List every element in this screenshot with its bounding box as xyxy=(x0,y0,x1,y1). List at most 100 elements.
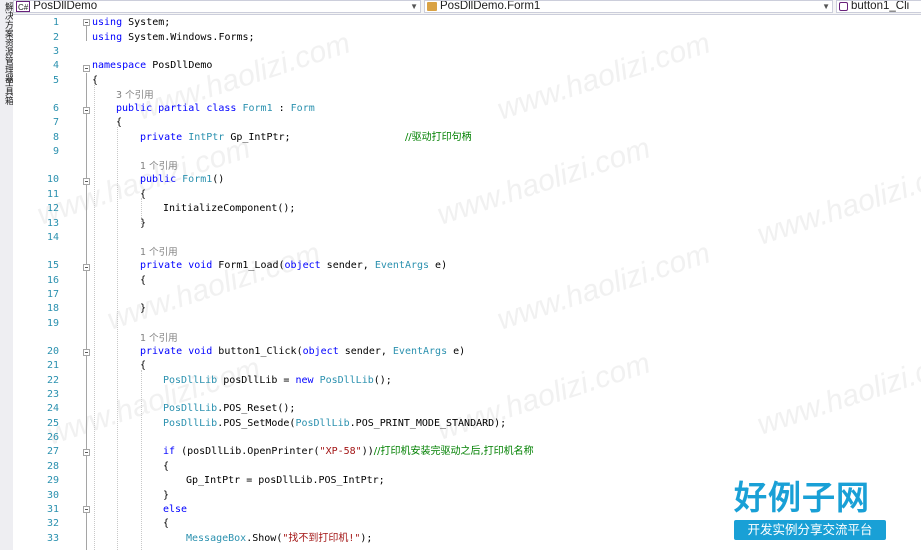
type-dropdown[interactable]: PosDllDemo.Form1 ▼ xyxy=(424,0,833,13)
type-name: PosDllLib xyxy=(163,418,218,429)
code-text: .POS_Reset(); xyxy=(217,403,296,414)
type-name: Form1 xyxy=(242,103,273,114)
string-literal: "找不到打印机!" xyxy=(282,533,361,544)
line-number: 2 xyxy=(52,32,59,43)
collapse-icon[interactable] xyxy=(83,65,90,72)
collapse-icon[interactable] xyxy=(83,349,90,356)
fold-outline xyxy=(86,73,87,550)
code-text: { xyxy=(140,275,147,286)
line-number: 7 xyxy=(52,117,59,128)
code-text: InitializeComponent(); xyxy=(163,203,296,214)
solution-explorer-tab[interactable]: 解决方案资源管理器 xyxy=(1,2,13,83)
type-name: MessageBox xyxy=(186,533,247,544)
code-text: sender, xyxy=(338,346,393,357)
code-text: { xyxy=(140,360,147,371)
watermark: www.haolizi.com xyxy=(753,151,921,252)
line-number: 18 xyxy=(46,303,59,314)
code-line: public partial class Form1 : Form xyxy=(116,102,315,116)
class-icon xyxy=(427,2,437,11)
code-line: if (posDllLib.OpenPrinter("XP-58"))//打印机… xyxy=(163,445,534,459)
code-line: } xyxy=(140,217,146,231)
keyword: void xyxy=(188,260,213,271)
keyword: else xyxy=(163,504,188,515)
keyword: class xyxy=(206,103,237,114)
code-line: MessageBox.Show("找不到打印机!"); xyxy=(186,532,372,546)
indent-guide xyxy=(94,85,95,550)
comment: //打印机安装完驱动之后,打印机名称 xyxy=(373,446,534,457)
code-text: } xyxy=(163,490,170,501)
code-line: PosDllLib.POS_Reset(); xyxy=(163,402,295,416)
project-dropdown[interactable]: C# PosDllDemo ▼ xyxy=(13,0,421,13)
code-line: { xyxy=(140,359,146,373)
line-number: 28 xyxy=(46,461,59,472)
code-line: private void Form1_Load(object sender, E… xyxy=(140,259,447,273)
type-name: Form1 xyxy=(182,174,213,185)
collapse-icon[interactable] xyxy=(83,449,90,456)
codelens-references[interactable]: 1 个引用 xyxy=(140,160,178,174)
line-number: 24 xyxy=(46,403,59,414)
keyword: object xyxy=(284,260,321,271)
keyword: private xyxy=(140,132,183,143)
keyword: namespace xyxy=(92,60,147,71)
line-number: 16 xyxy=(46,275,59,286)
watermark: www.haolizi.com xyxy=(753,341,921,442)
code-editor[interactable]: www.haolizi.com www.haolizi.com www.haol… xyxy=(13,15,921,550)
line-number: 22 xyxy=(46,375,59,386)
code-text: button1_Click( xyxy=(212,346,303,357)
line-number: 6 xyxy=(52,103,59,114)
collapse-icon[interactable] xyxy=(83,506,90,513)
code-line: InitializeComponent(); xyxy=(163,202,295,216)
watermark: www.haolizi.com xyxy=(433,131,655,232)
line-number: 13 xyxy=(46,218,59,229)
keyword: using xyxy=(92,32,123,43)
type-name: Form xyxy=(290,103,315,114)
code-line: } xyxy=(163,489,169,503)
codelens-references[interactable]: 1 个引用 xyxy=(140,246,178,260)
member-dropdown[interactable]: button1_Cli xyxy=(836,0,921,13)
code-line: PosDllLib.POS_SetMode(PosDllLib.POS_PRIN… xyxy=(163,417,506,431)
string-literal: "XP-58" xyxy=(319,446,362,457)
code-text: Form1_Load( xyxy=(212,260,285,271)
chevron-down-icon: ▼ xyxy=(410,2,418,11)
code-text: { xyxy=(116,117,123,128)
type-name: EventArgs xyxy=(392,346,448,357)
line-number: 29 xyxy=(46,475,59,486)
line-number: 32 xyxy=(46,518,59,529)
code-line: PosDllLib posDllLib = new PosDllLib(); xyxy=(163,374,392,388)
code-line: private IntPtr Gp_IntPtr; //驱动打印句柄 xyxy=(140,131,472,145)
line-number: 20 xyxy=(46,346,59,357)
codelens-references[interactable]: 3 个引用 xyxy=(116,89,154,103)
line-number: 5 xyxy=(52,75,59,86)
line-number: 25 xyxy=(46,418,59,429)
code-text: : xyxy=(272,103,291,114)
keyword: partial xyxy=(158,103,201,114)
code-line: Gp_IntPtr = posDllLib.POS_IntPtr; xyxy=(186,474,385,488)
code-text: .POS_SetMode( xyxy=(217,418,296,429)
code-line: public Form1() xyxy=(140,173,224,187)
code-text: posDllLib xyxy=(258,475,313,486)
codelens-references[interactable]: 1 个引用 xyxy=(140,332,178,346)
code-text: (); xyxy=(373,375,392,386)
keyword: public xyxy=(116,103,153,114)
code-text: System.Windows.Forms; xyxy=(122,32,255,43)
code-text: )) xyxy=(361,446,374,457)
indent-guide xyxy=(141,370,142,550)
navigation-bar: C# PosDllDemo ▼ PosDllDemo.Form1 ▼ button… xyxy=(13,0,921,15)
tool-window-strip: 解决方案资源管理器 工具箱 xyxy=(0,0,14,550)
collapse-icon[interactable] xyxy=(83,264,90,271)
code-line: { xyxy=(163,460,169,474)
line-number: 4 xyxy=(52,60,59,71)
type-name: PosDllLib xyxy=(163,375,218,386)
code-line: { xyxy=(140,274,146,288)
toolbox-tab[interactable]: 工具箱 xyxy=(1,78,13,105)
collapse-icon[interactable] xyxy=(83,19,90,26)
code-text: .Show( xyxy=(246,533,283,544)
code-line: namespace PosDllDemo xyxy=(92,59,212,73)
collapse-icon[interactable] xyxy=(83,107,90,114)
logo-title: 好例子网 xyxy=(734,478,870,517)
collapse-icon[interactable] xyxy=(83,178,90,185)
csharp-project-icon: C# xyxy=(16,1,31,12)
keyword: void xyxy=(188,346,213,357)
code-text: e) xyxy=(447,346,466,357)
chevron-down-icon: ▼ xyxy=(822,2,830,11)
